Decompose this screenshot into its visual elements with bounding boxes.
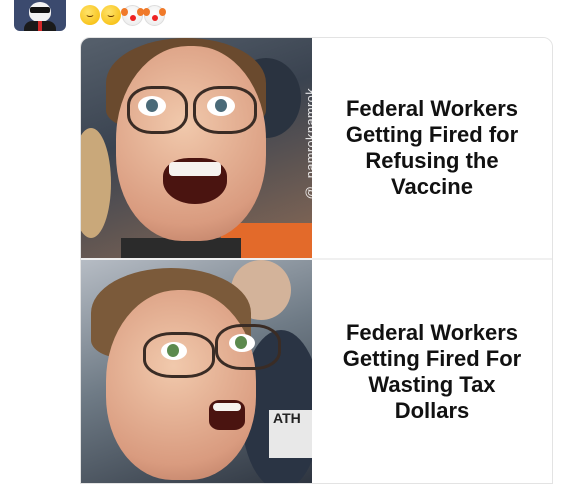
protest-sign: ATH <box>269 410 312 458</box>
meme-panel-bottom: ATH Federal Workers Getting Fired For Wa… <box>81 260 552 483</box>
rolling-on-floor-laughing-icon: ⌣ <box>101 5 121 25</box>
post-header: ⌣ ⌣ <box>0 0 567 36</box>
teeth <box>169 162 221 176</box>
face <box>116 46 266 241</box>
pupil-left <box>167 344 179 357</box>
avatar-tie <box>38 21 42 31</box>
face <box>106 290 256 480</box>
pupil-right <box>235 336 247 349</box>
crowd-figure <box>81 128 111 238</box>
meme-image[interactable]: @_namroknamrok Federal Workers Getting F… <box>80 37 553 484</box>
watermark-text: @_namroknamrok <box>303 88 312 200</box>
reaction-emoji-row: ⌣ ⌣ <box>80 5 166 27</box>
clown-face-icon <box>121 5 144 26</box>
user-avatar-icon[interactable] <box>14 0 66 31</box>
meme-photo-angry: ATH <box>81 260 312 483</box>
caption-top-text: Federal Workers Getting Fired for Refusi… <box>345 96 519 199</box>
rolling-on-floor-laughing-icon: ⌣ <box>80 5 100 25</box>
teeth <box>213 403 241 411</box>
pupil-left <box>146 99 158 112</box>
clown-face-icon <box>143 5 166 26</box>
avatar-sunglasses <box>30 7 50 13</box>
caption-bottom-text: Federal Workers Getting Fired For Wastin… <box>342 319 522 423</box>
shirt-dark <box>121 238 241 258</box>
caption-top: Federal Workers Getting Fired for Refusi… <box>312 38 552 258</box>
pupil-right <box>215 99 227 112</box>
meme-photo-smiling: @_namroknamrok <box>81 38 312 258</box>
meme-panel-top: @_namroknamrok Federal Workers Getting F… <box>81 38 552 258</box>
caption-bottom: Federal Workers Getting Fired For Wastin… <box>312 260 552 483</box>
